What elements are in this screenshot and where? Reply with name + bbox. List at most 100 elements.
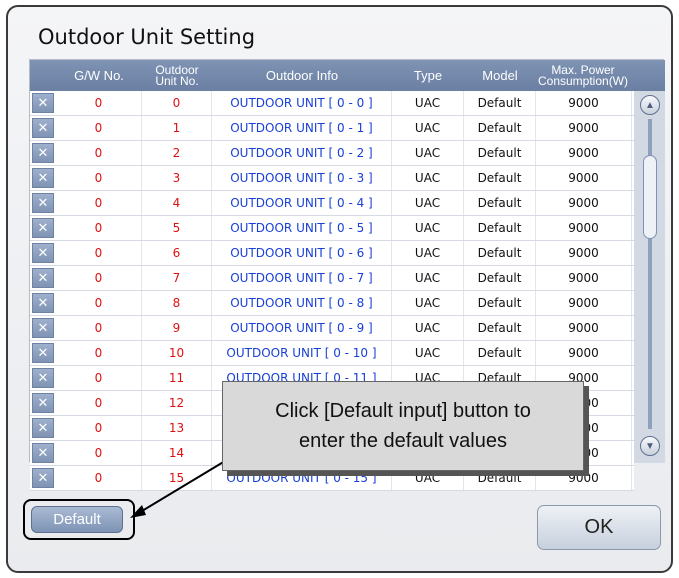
- cell-max-power: 9000: [536, 216, 632, 240]
- cell-gw-no: 0: [56, 166, 142, 190]
- cell-outdoor-info: OUTDOOR UNIT [ 0 - 4 ]: [212, 191, 392, 215]
- cell-gw-no: 0: [56, 366, 142, 390]
- cell-outdoor-unit-no: 15: [142, 466, 212, 490]
- cell-outdoor-unit-no: 1: [142, 116, 212, 140]
- cell-gw-no: 0: [56, 441, 142, 465]
- cell-type: UAC: [392, 116, 464, 140]
- cell-type: UAC: [392, 166, 464, 190]
- cell-gw-no: 0: [56, 116, 142, 140]
- vertical-scrollbar[interactable]: ▲ ▼: [634, 91, 665, 463]
- delete-row-icon[interactable]: ✕: [32, 218, 54, 238]
- table-row[interactable]: ✕ 0 3 OUTDOOR UNIT [ 0 - 3 ] UAC Default 9000: [30, 166, 634, 191]
- table-row[interactable]: ✕ 0 8 OUTDOOR UNIT [ 0 - 8 ] UAC Default 9000: [30, 291, 634, 316]
- scroll-down-icon[interactable]: ▼: [640, 436, 660, 456]
- cell-outdoor-unit-no: 3: [142, 166, 212, 190]
- header-type: Type: [413, 68, 443, 83]
- cell-outdoor-info: OUTDOOR UNIT [ 0 - 0 ]: [212, 91, 392, 115]
- header-outdoor-unit-line2: Unit No.: [155, 73, 199, 88]
- delete-row-icon[interactable]: ✕: [32, 393, 54, 413]
- callout-line1: Click [Default input] button to: [275, 400, 531, 422]
- cell-gw-no: 0: [56, 191, 142, 215]
- header-outdoor-unit-no: Outdoor Unit No.: [142, 60, 212, 91]
- cell-outdoor-unit-no: 13: [142, 416, 212, 440]
- table-header: G/W No. Outdoor Unit No. Outdoor Info Ty…: [30, 60, 665, 91]
- cell-outdoor-info: OUTDOOR UNIT [ 0 - 9 ]: [212, 316, 392, 340]
- cell-model: Default: [464, 191, 536, 215]
- delete-row-icon[interactable]: ✕: [32, 443, 54, 463]
- table-row[interactable]: ✕ 0 1 OUTDOOR UNIT [ 0 - 1 ] UAC Default 9000: [30, 116, 634, 141]
- cell-gw-no: 0: [56, 266, 142, 290]
- cell-gw-no: 0: [56, 141, 142, 165]
- cell-model: Default: [464, 291, 536, 315]
- delete-row-icon[interactable]: ✕: [32, 93, 54, 113]
- delete-row-icon[interactable]: ✕: [32, 318, 54, 338]
- cell-outdoor-unit-no: 0: [142, 91, 212, 115]
- scroll-up-icon[interactable]: ▲: [640, 95, 660, 115]
- cell-type: UAC: [392, 291, 464, 315]
- cell-model: Default: [464, 166, 536, 190]
- cell-max-power: 9000: [536, 116, 632, 140]
- cell-max-power: 9000: [536, 266, 632, 290]
- cell-outdoor-unit-no: 2: [142, 141, 212, 165]
- table-row[interactable]: ✕ 0 2 OUTDOOR UNIT [ 0 - 2 ] UAC Default 9000: [30, 141, 634, 166]
- cell-outdoor-info: OUTDOOR UNIT [ 0 - 2 ]: [212, 141, 392, 165]
- delete-row-icon[interactable]: ✕: [32, 143, 54, 163]
- delete-row-icon[interactable]: ✕: [32, 243, 54, 263]
- cell-model: Default: [464, 316, 536, 340]
- table-row[interactable]: ✕ 0 4 OUTDOOR UNIT [ 0 - 4 ] UAC Default 9000: [30, 191, 634, 216]
- cell-type: UAC: [392, 266, 464, 290]
- cell-outdoor-info: OUTDOOR UNIT [ 0 - 7 ]: [212, 266, 392, 290]
- cell-gw-no: 0: [56, 391, 142, 415]
- cell-type: UAC: [392, 191, 464, 215]
- table-row[interactable]: ✕ 0 9 OUTDOOR UNIT [ 0 - 9 ] UAC Default 9000: [30, 316, 634, 341]
- table-row[interactable]: ✕ 0 6 OUTDOOR UNIT [ 0 - 6 ] UAC Default 9000: [30, 241, 634, 266]
- cell-outdoor-info: OUTDOOR UNIT [ 0 - 3 ]: [212, 166, 392, 190]
- delete-row-icon[interactable]: ✕: [32, 343, 54, 363]
- delete-row-icon[interactable]: ✕: [32, 193, 54, 213]
- cell-model: Default: [464, 266, 536, 290]
- cell-outdoor-unit-no: 8: [142, 291, 212, 315]
- header-outdoor-info: Outdoor Info: [265, 68, 339, 83]
- cell-outdoor-unit-no: 11: [142, 366, 212, 390]
- table-row[interactable]: ✕ 0 0 OUTDOOR UNIT [ 0 - 0 ] UAC Default 9000: [30, 91, 634, 116]
- cell-outdoor-unit-no: 5: [142, 216, 212, 240]
- scroll-thumb[interactable]: [643, 155, 657, 239]
- delete-row-icon[interactable]: ✕: [32, 468, 54, 488]
- cell-max-power: 9000: [536, 91, 632, 115]
- header-gw-no: G/W No.: [74, 68, 124, 83]
- cell-max-power: 9000: [536, 341, 632, 365]
- cell-type: UAC: [392, 241, 464, 265]
- delete-row-icon[interactable]: ✕: [32, 418, 54, 438]
- cell-outdoor-info: OUTDOOR UNIT [ 0 - 1 ]: [212, 116, 392, 140]
- header-model: Model: [482, 68, 518, 83]
- cell-model: Default: [464, 91, 536, 115]
- delete-row-icon[interactable]: ✕: [32, 268, 54, 288]
- instruction-callout: Click [Default input] button to enter th…: [222, 381, 584, 471]
- callout-line2: enter the default values: [299, 430, 507, 452]
- delete-row-icon[interactable]: ✕: [32, 368, 54, 388]
- cell-type: UAC: [392, 141, 464, 165]
- cell-max-power: 9000: [536, 316, 632, 340]
- table-row[interactable]: ✕ 0 7 OUTDOOR UNIT [ 0 - 7 ] UAC Default 9000: [30, 266, 634, 291]
- delete-row-icon[interactable]: ✕: [32, 168, 54, 188]
- cell-gw-no: 0: [56, 291, 142, 315]
- cell-type: UAC: [392, 91, 464, 115]
- cell-outdoor-unit-no: 4: [142, 191, 212, 215]
- cell-outdoor-unit-no: 6: [142, 241, 212, 265]
- delete-row-icon[interactable]: ✕: [32, 293, 54, 313]
- delete-row-icon[interactable]: ✕: [32, 118, 54, 138]
- cell-model: Default: [464, 241, 536, 265]
- header-max-power-line2: Consumption(W): [537, 73, 629, 88]
- table-row[interactable]: ✕ 0 5 OUTDOOR UNIT [ 0 - 5 ] UAC Default 9000: [30, 216, 634, 241]
- cell-gw-no: 0: [56, 341, 142, 365]
- cell-max-power: 9000: [536, 166, 632, 190]
- dialog-title: Outdoor Unit Setting: [38, 25, 256, 49]
- default-button[interactable]: Default: [31, 506, 123, 533]
- cell-outdoor-unit-no: 7: [142, 266, 212, 290]
- cell-gw-no: 0: [56, 216, 142, 240]
- table-row[interactable]: ✕ 0 10 OUTDOOR UNIT [ 0 - 10 ] UAC Default 900…: [30, 341, 634, 366]
- header-max-power: Max. Power Consumption(W): [534, 60, 632, 91]
- ok-button[interactable]: OK: [537, 505, 661, 550]
- cell-model: Default: [464, 216, 536, 240]
- cell-max-power: 9000: [536, 291, 632, 315]
